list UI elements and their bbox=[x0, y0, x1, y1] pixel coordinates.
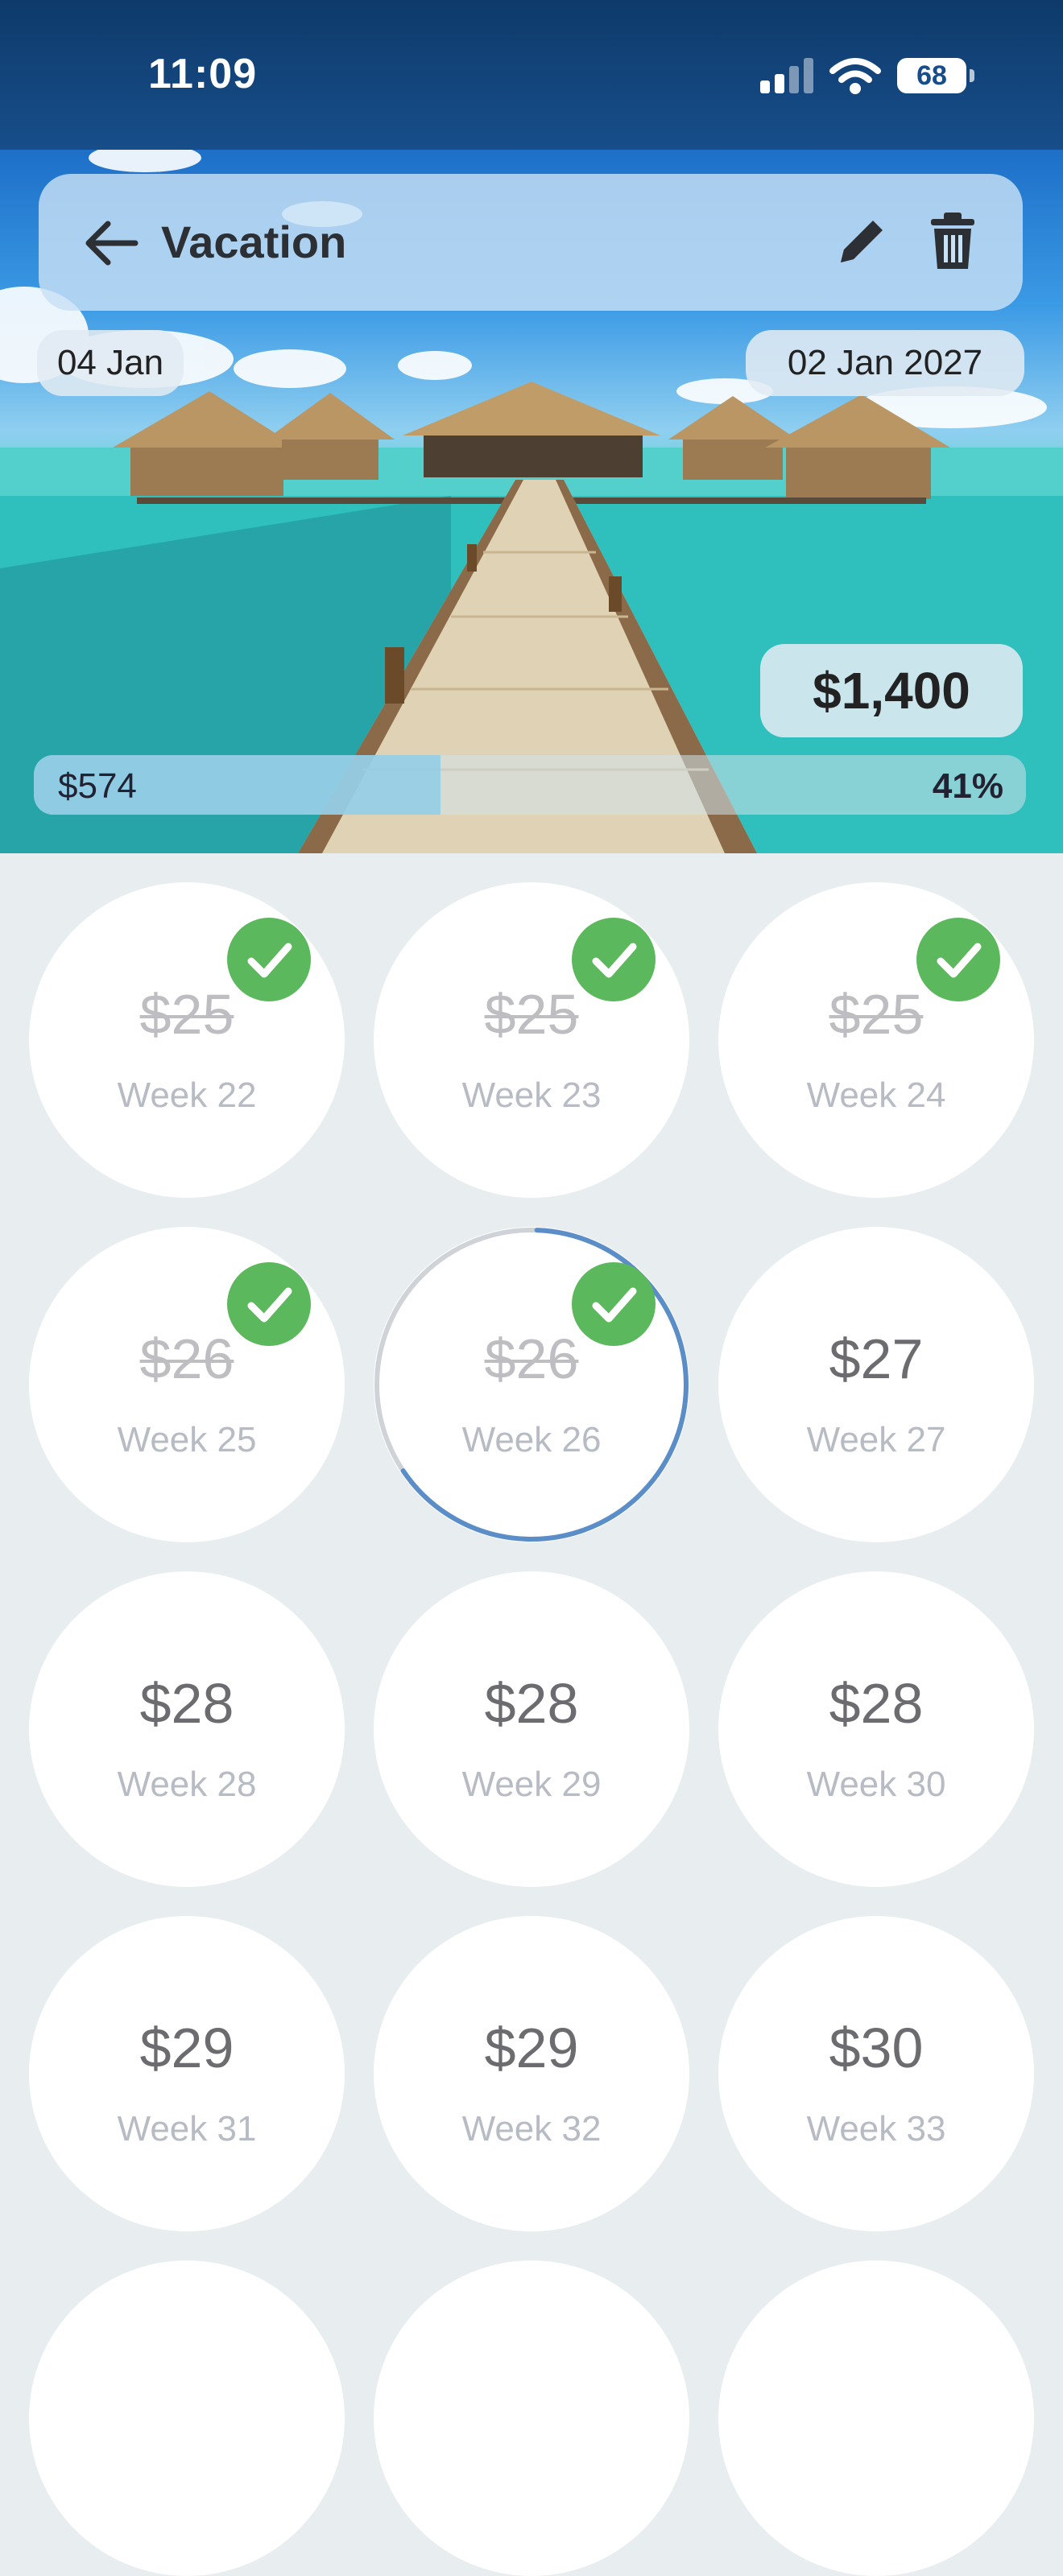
week-label: Week 23 bbox=[461, 1075, 602, 1115]
week-coin[interactable]: $25 Week 24 bbox=[718, 882, 1034, 1198]
back-arrow-icon[interactable] bbox=[81, 213, 142, 274]
week-coin[interactable]: $25 Week 23 bbox=[374, 882, 689, 1198]
week-label: Week 27 bbox=[806, 1420, 946, 1459]
weeks-grid: $25 Week 22 $25 Week 23 $25 Week 24 $26 … bbox=[0, 853, 1063, 2576]
week-coin[interactable]: $30 Week 33 bbox=[718, 1916, 1034, 2231]
status-bar: 11:09 68 bbox=[0, 0, 1063, 150]
status-time: 11:09 bbox=[148, 51, 258, 97]
week-amount: $27 bbox=[829, 1327, 924, 1390]
week-label: Week 22 bbox=[117, 1075, 257, 1115]
trash-icon[interactable] bbox=[920, 208, 986, 274]
week-coin-partial[interactable] bbox=[29, 2260, 345, 2576]
start-date: 04 Jan bbox=[37, 330, 184, 396]
week-coin[interactable]: $28 Week 30 bbox=[718, 1571, 1034, 1887]
pencil-icon[interactable] bbox=[829, 209, 894, 274]
checkmark-icon bbox=[916, 918, 1000, 1001]
checkmark-icon bbox=[572, 1262, 656, 1346]
week-amount: $28 bbox=[829, 1672, 924, 1735]
cellular-signal-icon bbox=[760, 58, 813, 93]
week-label: Week 25 bbox=[117, 1420, 257, 1459]
week-amount: $29 bbox=[484, 2017, 579, 2079]
week-label: Week 30 bbox=[806, 1765, 946, 1804]
week-coin[interactable]: $28 Week 28 bbox=[29, 1571, 345, 1887]
progress-bar: $574 41% bbox=[34, 755, 1026, 815]
week-amount: $29 bbox=[139, 2017, 234, 2079]
checkmark-icon bbox=[572, 918, 656, 1001]
week-label: Week 31 bbox=[117, 2109, 257, 2149]
wifi-icon bbox=[829, 58, 881, 94]
checkmark-icon bbox=[227, 1262, 311, 1346]
week-coin[interactable]: $25 Week 22 bbox=[29, 882, 345, 1198]
week-coin-partial[interactable] bbox=[374, 2260, 689, 2576]
week-coin-current[interactable]: $26 Week 26 bbox=[374, 1227, 689, 1542]
week-label: Week 24 bbox=[806, 1075, 946, 1115]
week-coin[interactable]: $29 Week 32 bbox=[374, 1916, 689, 2231]
week-coin-partial[interactable] bbox=[718, 2260, 1034, 2576]
week-amount: $28 bbox=[484, 1672, 579, 1735]
week-label: Week 33 bbox=[806, 2109, 946, 2149]
week-amount: $28 bbox=[139, 1672, 234, 1735]
goal-amount: $1,400 bbox=[760, 644, 1023, 737]
page-title: Vacation bbox=[161, 217, 347, 267]
checkmark-icon bbox=[227, 918, 311, 1001]
week-label: Week 29 bbox=[461, 1765, 602, 1804]
week-coin[interactable]: $29 Week 31 bbox=[29, 1916, 345, 2231]
week-amount: $30 bbox=[829, 2017, 924, 2079]
week-label: Week 28 bbox=[117, 1765, 257, 1804]
saved-amount: $574 bbox=[58, 766, 137, 806]
week-label: Week 32 bbox=[461, 2109, 602, 2149]
battery-icon: 68 bbox=[897, 58, 974, 93]
week-coin[interactable]: $26 Week 25 bbox=[29, 1227, 345, 1542]
status-icons: 68 bbox=[760, 56, 974, 95]
progress-percent: 41% bbox=[932, 766, 1003, 806]
end-date: 02 Jan 2027 bbox=[746, 330, 1024, 396]
week-coin[interactable]: $28 Week 29 bbox=[374, 1571, 689, 1887]
week-coin[interactable]: $27 Week 27 bbox=[718, 1227, 1034, 1542]
header-card: Vacation bbox=[39, 174, 1023, 311]
